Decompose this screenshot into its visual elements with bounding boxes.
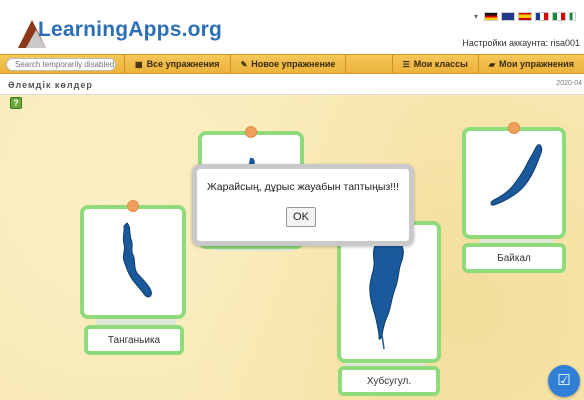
lake-name-label[interactable]: Танганьика	[84, 325, 184, 355]
flag-fr-icon[interactable]	[535, 11, 549, 21]
pin-icon	[508, 122, 520, 134]
lake-baikal-icon	[490, 144, 543, 206]
list-icon: ☰	[402, 59, 410, 69]
date-label: 2020-04	[556, 80, 582, 87]
lake-name-label[interactable]: Хубсугул.	[338, 366, 440, 396]
nav-new-exercise[interactable]: ✎ Новое упражнение	[231, 55, 347, 73]
language-selector[interactable]: ▾	[474, 10, 576, 22]
flag-it-icon[interactable]	[552, 11, 566, 21]
nav-all-exercises[interactable]: ▦ Все упражнения	[124, 55, 231, 73]
lake-name-label[interactable]: Байкал	[462, 243, 566, 273]
logo[interactable]: LearningApps.org	[12, 0, 222, 54]
success-dialog: Жарайсың, дұрыс жауабын таптыңыз!!! OK	[192, 164, 414, 246]
lake-card[interactable]	[80, 200, 186, 319]
nav-my-classes[interactable]: ☰ Мои классы	[391, 55, 479, 73]
pin-icon	[245, 126, 257, 138]
folder-icon: ▰	[488, 59, 495, 69]
lake-tanganyika-icon	[122, 222, 152, 298]
logo-text: LearningApps.org	[38, 18, 223, 41]
help-icon[interactable]: ?	[10, 97, 22, 109]
page-title: Әлемдік көлдер	[8, 80, 93, 90]
ok-button[interactable]: OK	[286, 207, 316, 227]
exercise-stage: ? Танганьика Хубсугул. Байкал ☑	[0, 95, 584, 400]
lake-card[interactable]	[462, 122, 566, 239]
check-button[interactable]: ☑	[548, 365, 580, 397]
dropdown-caret-icon[interactable]: ▾	[474, 12, 478, 21]
flag-es-icon[interactable]	[518, 11, 532, 21]
search-input[interactable]	[6, 57, 116, 71]
pin-icon	[127, 200, 139, 212]
header: LearningApps.org ▾ Настройки аккаунта: r…	[0, 0, 584, 54]
grid-icon: ▦	[135, 59, 143, 69]
nav-item-label: Мои упражнения	[498, 59, 574, 69]
checkbox-icon: ☑	[557, 372, 571, 389]
nav-my-exercises[interactable]: ▰ Мои упражнения	[479, 55, 584, 73]
main-nav: ▦ Все упражнения ✎ Новое упражнение ☰ Мо…	[0, 54, 584, 74]
nav-item-label: Новое упражнение	[251, 59, 336, 69]
title-bar: Әлемдік көлдер 2020-04	[0, 75, 584, 95]
lake-khuvsgul-icon	[369, 238, 404, 350]
nav-item-label: Мои классы	[413, 59, 468, 69]
dialog-message: Жарайсың, дұрыс жауабын таптыңыз!!!	[206, 181, 400, 193]
account-settings-link[interactable]: Настройки аккаунта: risa001	[462, 38, 580, 48]
lake-name: Байкал	[497, 253, 531, 264]
pencil-icon: ✎	[240, 59, 248, 69]
lake-name: Хубсугул.	[366, 376, 412, 387]
flag-gb-icon[interactable]	[501, 11, 515, 21]
flag-de-icon[interactable]	[484, 11, 498, 21]
nav-item-label: Все упражнения	[146, 59, 220, 69]
lake-name: Танганьика	[107, 335, 161, 346]
flag-more-icon[interactable]	[569, 11, 576, 21]
